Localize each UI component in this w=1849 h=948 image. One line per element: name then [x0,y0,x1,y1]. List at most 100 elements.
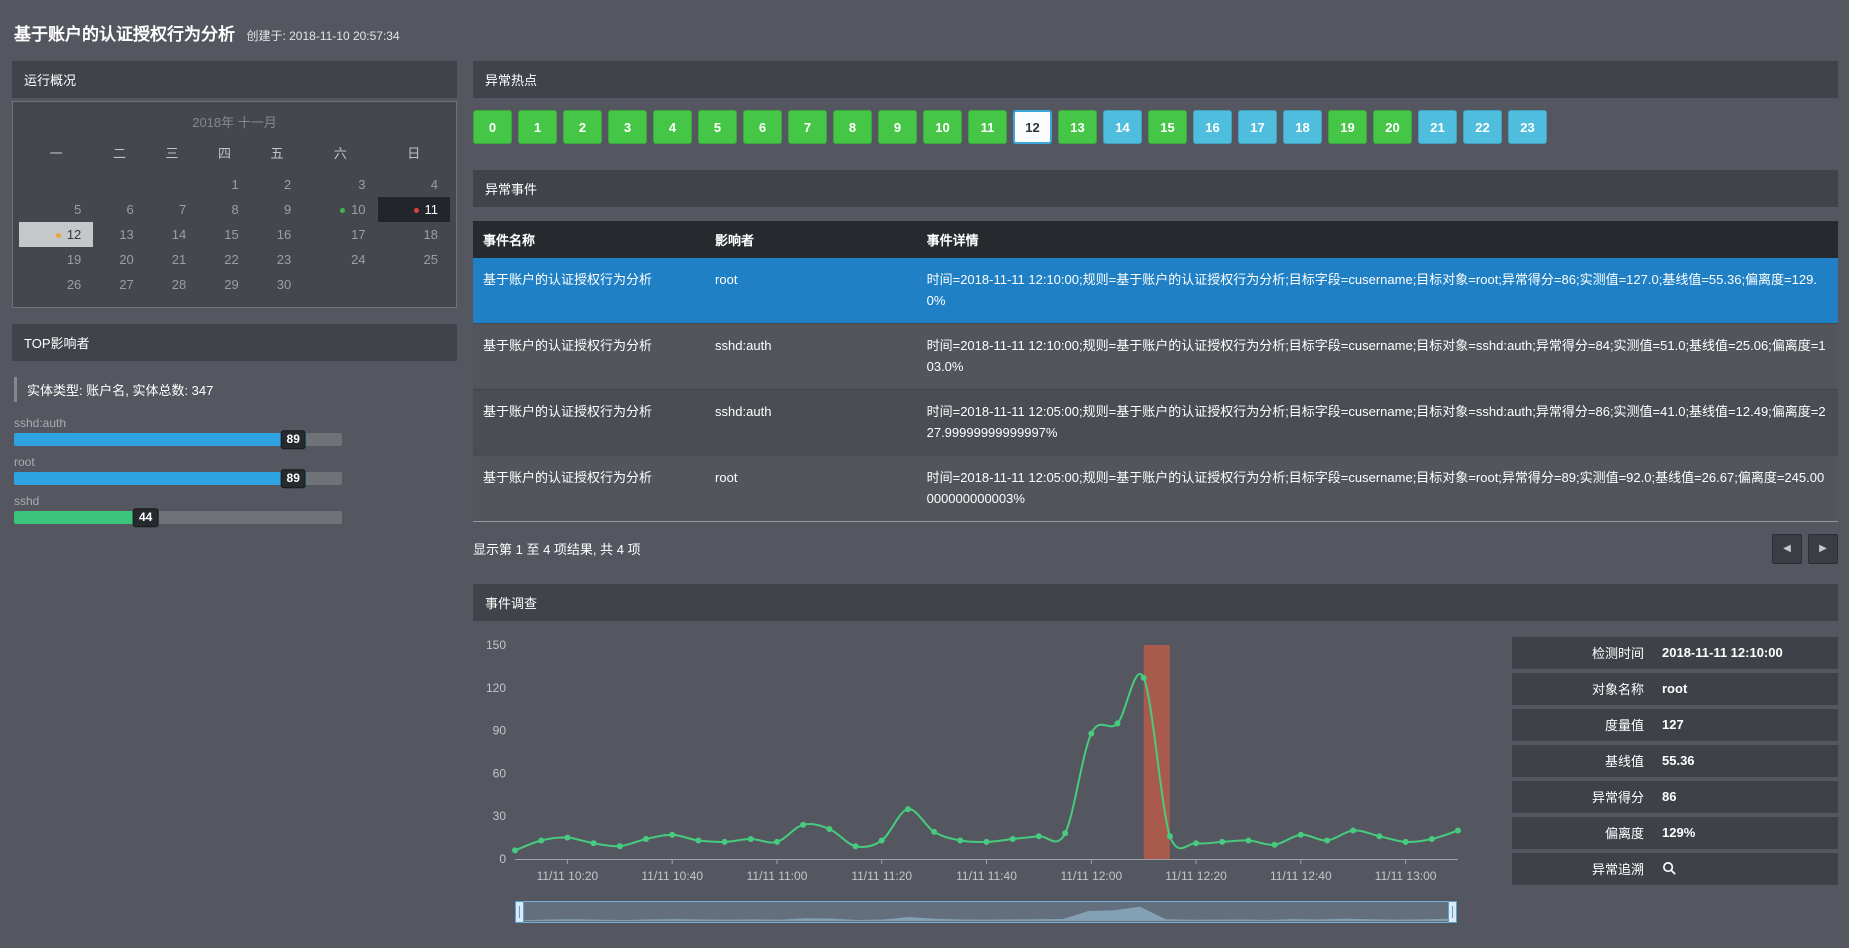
calendar-day-18[interactable]: 18 [378,222,450,247]
calendar-day-10[interactable]: 10 [303,197,377,222]
hour-button-12[interactable]: 12 [1013,110,1052,144]
hour-button-5[interactable]: 5 [698,110,737,144]
svg-text:11/11 12:00: 11/11 12:00 [1060,869,1122,883]
calendar-day-26[interactable]: 26 [19,272,93,297]
calendar-day-6[interactable]: 6 [93,197,145,222]
calendar-day-19[interactable]: 19 [19,247,93,272]
influencer-bar-root[interactable]: root89 [14,455,342,485]
event-row-3[interactable]: 基于账户的认证授权行为分析sshd:auth时间=2018-11-11 12:0… [473,389,1838,455]
influencer-value-badge: 89 [281,430,306,450]
influencer-bar-sshd:auth[interactable]: sshd:auth89 [14,416,342,446]
svg-text:11/11 11:40: 11/11 11:40 [956,869,1017,883]
calendar-day-27[interactable]: 27 [93,272,145,297]
influencer-label: sshd [14,494,342,508]
hour-button-8[interactable]: 8 [833,110,872,144]
next-page-button[interactable]: ▶ [1808,534,1838,564]
calendar-day-8[interactable]: 8 [198,197,250,222]
hour-button-7[interactable]: 7 [788,110,827,144]
calendar-day-15[interactable]: 15 [198,222,250,247]
hour-button-9[interactable]: 9 [878,110,917,144]
detail-row-baseline-value: 基线值55.36 [1512,745,1838,777]
calendar-day-21[interactable]: 21 [146,247,198,272]
detail-value: 127 [1662,717,1838,732]
calendar-day-30[interactable]: 30 [251,272,303,297]
calendar-day-11[interactable]: 11 [378,197,450,222]
calendar-day-13[interactable]: 13 [93,222,145,247]
hour-button-22[interactable]: 22 [1463,110,1502,144]
svg-text:0: 0 [499,852,506,866]
event-row-4[interactable]: 基于账户的认证授权行为分析root时间=2018-11-11 12:05:00;… [473,455,1838,521]
hour-button-18[interactable]: 18 [1283,110,1322,144]
calendar-day-7[interactable]: 7 [146,197,198,222]
calendar-weekdays: 一二三四五六日 [19,135,450,172]
hour-button-1[interactable]: 1 [518,110,557,144]
hour-button-6[interactable]: 6 [743,110,782,144]
hour-button-16[interactable]: 16 [1193,110,1232,144]
calendar-day-22[interactable]: 22 [198,247,250,272]
hour-button-21[interactable]: 21 [1418,110,1457,144]
svg-text:120: 120 [486,680,506,694]
calendar-day-25[interactable]: 25 [378,247,450,272]
calendar-day-1[interactable]: 1 [198,172,250,197]
calendar-day-4[interactable]: 4 [378,172,450,197]
calendar-day-14[interactable]: 14 [146,222,198,247]
detail-rows: 检测时间2018-11-11 12:10:00对象名称root度量值127基线值… [1512,637,1838,889]
hour-button-2[interactable]: 2 [563,110,602,144]
influencer-bar-fill [14,433,306,446]
calendar-day-28[interactable]: 28 [146,272,198,297]
hour-button-11[interactable]: 11 [968,110,1007,144]
calendar-day-20[interactable]: 20 [93,247,145,272]
slider-handle-left[interactable] [516,901,524,922]
prev-page-button[interactable]: ◀ [1772,534,1802,564]
events-table: 事件名称影响者事件详情 基于账户的认证授权行为分析root时间=2018-11-… [473,221,1838,522]
detail-row-object-name: 对象名称root [1512,673,1838,705]
chart-range-slider[interactable] [515,901,1457,923]
event-row-2[interactable]: 基于账户的认证授权行为分析sshd:auth时间=2018-11-11 12:1… [473,323,1838,389]
dashboard: 基于账户的认证授权行为分析 创建于: 2018-11-10 20:57:34 运… [0,0,1849,939]
calendar-day-29[interactable]: 29 [198,272,250,297]
events-column-header-0[interactable]: 事件名称 [473,221,705,258]
hour-button-14[interactable]: 14 [1103,110,1142,144]
page-title: 基于账户的认证授权行为分析 [14,25,235,44]
event-row-1[interactable]: 基于账户的认证授权行为分析root时间=2018-11-11 12:10:00;… [473,258,1838,323]
hour-button-3[interactable]: 3 [608,110,647,144]
svg-text:11/11 12:20: 11/11 12:20 [1165,869,1227,883]
calendar-day-9[interactable]: 9 [251,197,303,222]
calendar-empty-cell [93,172,145,197]
detail-label: 检测时间 [1512,643,1662,662]
hour-button-4[interactable]: 4 [653,110,692,144]
hour-button-23[interactable]: 23 [1508,110,1547,144]
event-detail-cell: 时间=2018-11-11 12:10:00;规则=基于账户的认证授权行为分析;… [917,258,1838,323]
panel-header-events: 异常事件 [473,170,1838,207]
svg-text:11/11 13:00: 11/11 13:00 [1375,869,1437,883]
events-panel: 异常事件 事件名称影响者事件详情 基于账户的认证授权行为分析root时间=201… [473,170,1838,568]
hour-button-15[interactable]: 15 [1148,110,1187,144]
calendar-day-24[interactable]: 24 [303,247,377,272]
hour-button-19[interactable]: 19 [1328,110,1367,144]
events-column-header-2[interactable]: 事件详情 [917,221,1838,258]
svg-text:11/11 10:20: 11/11 10:20 [537,869,599,883]
slider-handle-right[interactable] [1449,901,1457,922]
detail-label: 度量值 [1512,715,1662,734]
influencer-bar-sshd[interactable]: sshd44 [14,494,342,524]
event-name-cell: 基于账户的认证授权行为分析 [473,389,705,455]
events-column-header-1[interactable]: 影响者 [705,221,917,258]
calendar-day-2[interactable]: 2 [251,172,303,197]
calendar-day-23[interactable]: 23 [251,247,303,272]
event-name-cell: 基于账户的认证授权行为分析 [473,323,705,389]
influencer-value-badge: 44 [133,508,158,528]
calendar-day-16[interactable]: 16 [251,222,303,247]
hour-button-13[interactable]: 13 [1058,110,1097,144]
page-created-timestamp: 创建于: 2018-11-10 20:57:34 [246,29,399,43]
calendar-day-3[interactable]: 3 [303,172,377,197]
hour-button-17[interactable]: 17 [1238,110,1277,144]
calendar-day-12[interactable]: 12 [19,222,93,247]
event-dot-red [414,208,419,213]
calendar-day-5[interactable]: 5 [19,197,93,222]
hour-button-10[interactable]: 10 [923,110,962,144]
hour-button-0[interactable]: 0 [473,110,512,144]
event-detail-cell: 时间=2018-11-11 12:10:00;规则=基于账户的认证授权行为分析;… [917,323,1838,389]
magnifier-icon[interactable] [1662,861,1677,876]
calendar-day-17[interactable]: 17 [303,222,377,247]
hour-button-20[interactable]: 20 [1373,110,1412,144]
